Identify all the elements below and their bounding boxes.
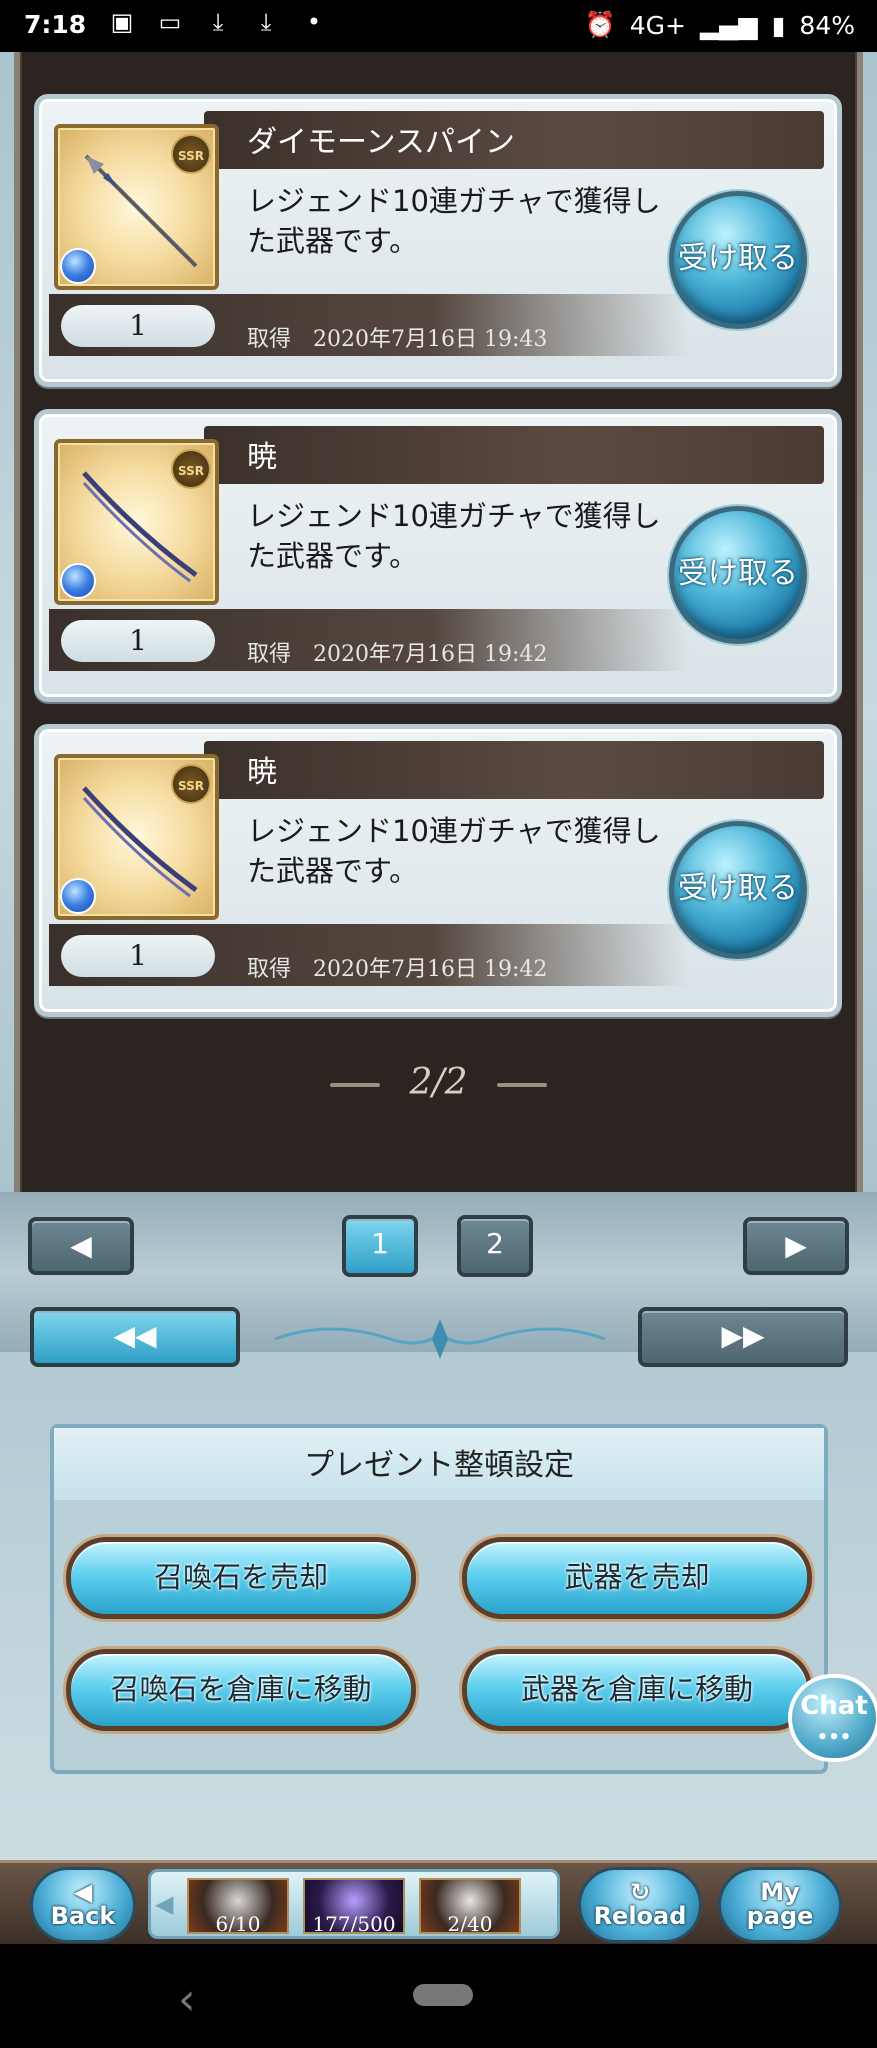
acquired-label: 取得: [247, 957, 292, 982]
system-indicators: ⏰ 4G+ ▂▄▆ ▮ 84%: [585, 10, 855, 40]
item-description: レジェンド10連ガチャで獲得した武器です。: [247, 184, 661, 258]
sell-weapons-button[interactable]: 武器を売却: [462, 1537, 812, 1619]
item-name-bar: [204, 741, 824, 799]
network-type: 4G+: [629, 10, 686, 40]
move-summons-to-storage-button[interactable]: 召喚石を倉庫に移動: [66, 1649, 416, 1731]
rarity-badge: SSR: [171, 764, 211, 804]
item-quantity: 1: [61, 620, 215, 662]
present-item: SSR 暁 レジェンド10連ガチャで獲得した武器です。 1 取得 2020年7月1…: [34, 724, 842, 1017]
page-1-button[interactable]: 1: [342, 1215, 418, 1277]
download-icon: ⤓: [260, 8, 272, 36]
chat-dots: •••: [816, 1727, 852, 1748]
battery-level: 84%: [799, 10, 855, 40]
item-description: レジェンド10連ガチャで獲得した武器です。: [247, 814, 661, 888]
water-element-icon: [60, 563, 96, 599]
mypage-label-line2: page: [746, 1902, 814, 1930]
system-home-pill[interactable]: [413, 1984, 473, 2006]
settings-title: プレゼント整頓設定: [304, 1448, 574, 1483]
notification-icons: ▣ ▭ ⤓ ⤓ •: [108, 8, 328, 36]
page-indicator: 2/2: [0, 1062, 877, 1103]
bottom-nav: ◀ Back ◀ 6/10 177/500 2/40 ↻ Reload My p…: [0, 1860, 877, 1944]
last-page-button[interactable]: ▶▶: [638, 1307, 848, 1367]
back-button[interactable]: ◀ Back: [30, 1867, 136, 1943]
sell-summons-button[interactable]: 召喚石を売却: [66, 1537, 416, 1619]
system-back-icon[interactable]: ‹: [178, 1974, 196, 2025]
receive-button[interactable]: 受け取る: [669, 506, 807, 644]
dot-icon: •: [306, 8, 322, 36]
back-label: Back: [50, 1902, 116, 1930]
present-item: SSR 暁 レジェンド10連ガチャで獲得した武器です。 1 取得 2020年7月1…: [34, 409, 842, 702]
weapon-thumbnail[interactable]: SSR: [54, 124, 219, 290]
ornament-left: [329, 1083, 380, 1087]
item-name: 暁: [247, 440, 277, 475]
acquired-date: 2020年7月16日 19:42: [313, 642, 548, 667]
chat-label: Chat: [800, 1691, 868, 1721]
reload-button[interactable]: ↻ Reload: [578, 1867, 702, 1943]
water-element-icon: [60, 248, 96, 284]
acquired-date: 2020年7月16日 19:43: [313, 327, 548, 352]
item-quantity: 1: [61, 305, 215, 347]
resource-energy: 177/500: [303, 1878, 405, 1934]
acquired-label: 取得: [247, 642, 292, 667]
mypage-label-line1: My: [760, 1878, 800, 1906]
first-page-button[interactable]: ◀◀: [30, 1307, 240, 1367]
status-bar: 7:18 ▣ ▭ ⤓ ⤓ • ⏰ 4G+ ▂▄▆ ▮ 84%: [0, 0, 877, 52]
ornament-right: [497, 1083, 548, 1087]
download-icon: ⤓: [212, 8, 224, 36]
reload-label: Reload: [593, 1902, 687, 1930]
move-weapons-to-storage-button[interactable]: 武器を倉庫に移動: [462, 1649, 812, 1731]
resource-tray[interactable]: ◀ 6/10 177/500 2/40: [148, 1869, 560, 1939]
clock: 7:18: [24, 10, 87, 39]
decorative-ornament: [274, 1319, 606, 1359]
item-quantity: 1: [61, 935, 215, 977]
acquired-label: 取得: [247, 327, 292, 352]
receive-button[interactable]: 受け取る: [669, 191, 807, 329]
item-name-bar: [204, 426, 824, 484]
prev-page-button[interactable]: ◀: [28, 1217, 134, 1275]
present-item: SSR ダイモーンスパイン レジェンド10連ガチャで獲得した武器です。 1 取得…: [34, 94, 842, 387]
tray-arrow-icon: ◀: [155, 1890, 174, 1918]
battery-icon: ▮: [771, 10, 786, 40]
acquired-info: 取得 2020年7月16日 19:43: [247, 321, 547, 353]
weapon-thumbnail[interactable]: SSR: [54, 754, 219, 920]
water-element-icon: [60, 878, 96, 914]
weapon-thumbnail[interactable]: SSR: [54, 439, 219, 605]
item-name: ダイモーンスパイン: [247, 125, 515, 160]
reload-icon: ↻: [629, 1878, 651, 1906]
receive-button[interactable]: 受け取る: [669, 821, 807, 959]
acquired-date: 2020年7月16日 19:42: [313, 957, 548, 982]
back-arrow-icon: ◀: [73, 1878, 93, 1906]
acquired-info: 取得 2020年7月16日 19:42: [247, 951, 547, 983]
mypage-button[interactable]: My page: [718, 1867, 842, 1943]
acquired-info: 取得 2020年7月16日 19:42: [247, 636, 547, 668]
tv-icon: ▭: [158, 8, 182, 36]
page-2-button[interactable]: 2: [457, 1215, 533, 1277]
game-area: SSR ダイモーンスパイン レジェンド10連ガチャで獲得した武器です。 1 取得…: [0, 52, 877, 1944]
image-icon: ▣: [110, 8, 134, 36]
android-nav-bar: ‹: [0, 1944, 877, 2048]
resource-stone: 6/10: [187, 1878, 289, 1934]
page-indicator-text: 2/2: [409, 1062, 468, 1103]
item-description: レジェンド10連ガチャで獲得した武器です。: [247, 499, 661, 573]
next-page-button[interactable]: ▶: [743, 1217, 849, 1275]
signal-icon: ▂▄▆: [699, 10, 758, 40]
chat-button[interactable]: Chat •••: [788, 1674, 877, 1762]
rarity-badge: SSR: [171, 134, 211, 174]
alarm-icon: ⏰: [584, 10, 616, 39]
item-name: 暁: [247, 755, 277, 790]
resource-ap: 2/40: [419, 1878, 521, 1934]
rarity-badge: SSR: [171, 449, 211, 489]
